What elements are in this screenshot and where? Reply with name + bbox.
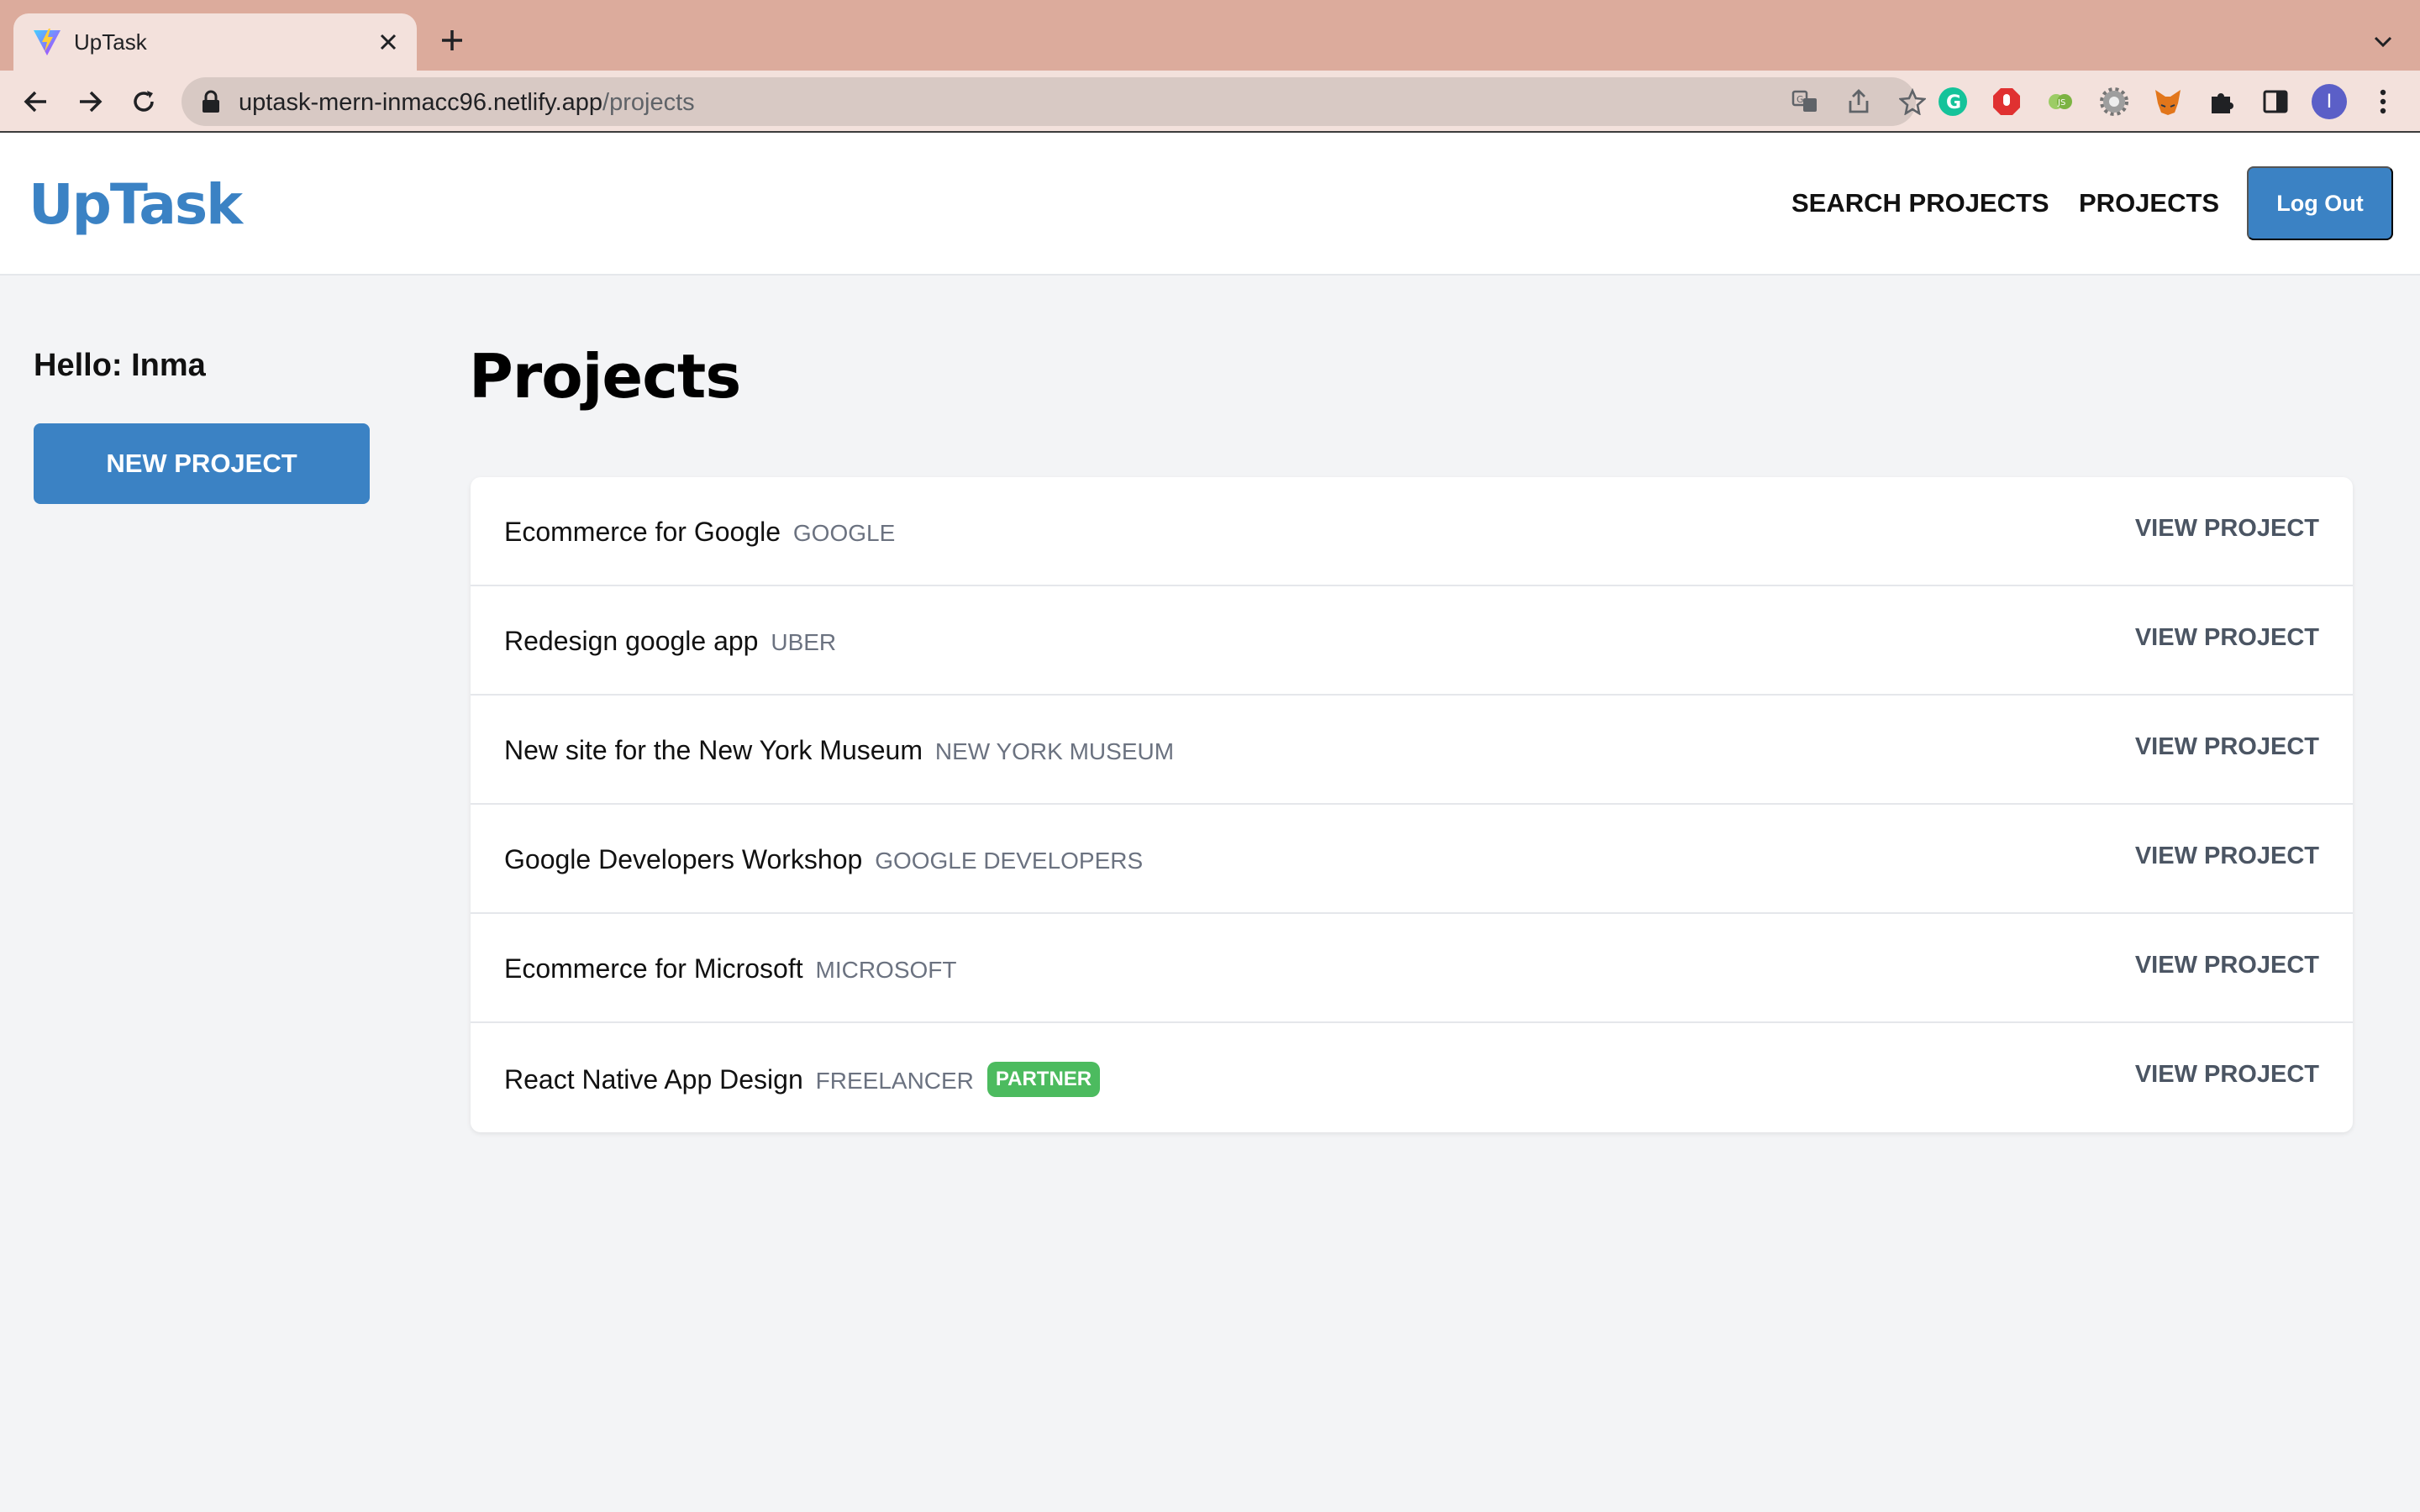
adblock-icon[interactable] <box>1986 81 2027 122</box>
view-project-link[interactable]: View Project <box>2135 514 2319 543</box>
reload-icon[interactable] <box>123 81 165 123</box>
project-name: Google Developers Workshop <box>504 844 863 874</box>
project-client: GOOGLE DEVELOPERS <box>875 848 1144 874</box>
view-project-link[interactable]: View Project <box>2135 623 2319 652</box>
kebab-menu-icon[interactable] <box>2363 81 2403 122</box>
project-name-cell: Google Developers Workshop GOOGLE DEVELO… <box>504 843 1143 877</box>
share-icon[interactable] <box>1842 85 1876 118</box>
profile-initial: I <box>2312 84 2347 119</box>
user-greeting: Hello: Inma <box>34 348 206 383</box>
project-row: New site for the New York Museum NEW YOR… <box>471 696 2353 805</box>
forward-arrow-icon[interactable] <box>69 81 111 123</box>
star-icon[interactable] <box>1896 85 1929 118</box>
browser-tab[interactable]: UpTask <box>13 13 417 71</box>
tab-title: UpTask <box>74 29 147 55</box>
sidepanel-icon[interactable] <box>2255 81 2296 122</box>
app-header: UpTask Search Projects Projects Log Out <box>0 133 2420 276</box>
project-row: Ecommerce for Microsoft MICROSOFT View P… <box>471 914 2353 1023</box>
project-client: UBER <box>771 629 837 655</box>
project-name: New site for the New York Museum <box>504 735 923 765</box>
project-name-cell: Ecommerce for Microsoft MICROSOFT <box>504 953 957 986</box>
project-row: Google Developers Workshop GOOGLE DEVELO… <box>471 805 2353 914</box>
browser-toolbar: uptask-mern-inmacc96.netlify.app/project… <box>0 71 2420 133</box>
new-project-label: New Project <box>106 449 297 478</box>
project-name-cell: Redesign google app UBER <box>504 625 836 659</box>
nav-projects[interactable]: Projects <box>2079 188 2219 218</box>
browser-tab-bar: UpTask <box>0 0 2420 71</box>
chevron-down-icon[interactable] <box>2366 25 2400 59</box>
project-client: MICROSOFT <box>815 957 957 983</box>
profile-avatar[interactable]: I <box>2309 81 2349 122</box>
project-name: React Native App Design <box>504 1064 803 1095</box>
address-bar[interactable]: uptask-mern-inmacc96.netlify.app/project… <box>182 77 1926 126</box>
project-row: Ecommerce for Google GOOGLE View Project <box>471 477 2353 586</box>
metamask-fox-icon[interactable] <box>2148 81 2188 122</box>
project-name-cell: React Native App Design FREELANCER Partne… <box>504 1062 1101 1097</box>
grammarly-icon[interactable]: G <box>1933 81 1973 122</box>
nav-search-projects[interactable]: Search Projects <box>1791 188 2049 218</box>
puzzle-icon[interactable] <box>2202 81 2242 122</box>
project-list: Ecommerce for Google GOOGLE View Project… <box>471 477 2353 1132</box>
project-row: Redesign google app UBER View Project <box>471 586 2353 696</box>
uptask-logo[interactable]: UpTask <box>29 171 243 239</box>
translate-icon[interactable]: G <box>1788 85 1822 118</box>
project-name-cell: New site for the New York Museum NEW YOR… <box>504 734 1174 768</box>
settings-gear-icon[interactable] <box>2094 81 2134 122</box>
new-project-button[interactable]: New Project <box>34 423 370 504</box>
svg-text:JS: JS <box>2057 98 2065 108</box>
svg-text:G: G <box>1946 92 1961 113</box>
view-project-link[interactable]: View Project <box>2135 842 2319 870</box>
close-icon[interactable] <box>371 25 405 59</box>
vite-favicon <box>34 29 60 55</box>
logout-button[interactable]: Log Out <box>2247 166 2393 240</box>
project-row: React Native App Design FREELANCER Partne… <box>471 1023 2353 1132</box>
project-name: Ecommerce for Microsoft <box>504 953 803 984</box>
back-arrow-icon[interactable] <box>15 81 57 123</box>
project-name: Ecommerce for Google <box>504 517 781 547</box>
page-title: Projects <box>469 341 741 412</box>
lock-icon <box>203 90 219 113</box>
project-name: Redesign google app <box>504 626 759 656</box>
view-project-link[interactable]: View Project <box>2135 951 2319 979</box>
node-icon[interactable]: JS <box>2040 81 2081 122</box>
project-client: GOOGLE <box>792 520 896 546</box>
url-text: uptask-mern-inmacc96.netlify.app/project… <box>239 89 695 116</box>
project-name-cell: Ecommerce for Google GOOGLE <box>504 516 895 549</box>
view-project-link[interactable]: View Project <box>2135 732 2319 761</box>
project-client: FREELANCER <box>815 1068 974 1094</box>
view-project-link[interactable]: View Project <box>2135 1060 2319 1089</box>
partner-badge: Partner <box>986 1062 1101 1097</box>
svg-text:G: G <box>1797 94 1804 105</box>
project-client: NEW YORK MUSEUM <box>934 738 1175 764</box>
plus-icon[interactable] <box>434 22 471 59</box>
